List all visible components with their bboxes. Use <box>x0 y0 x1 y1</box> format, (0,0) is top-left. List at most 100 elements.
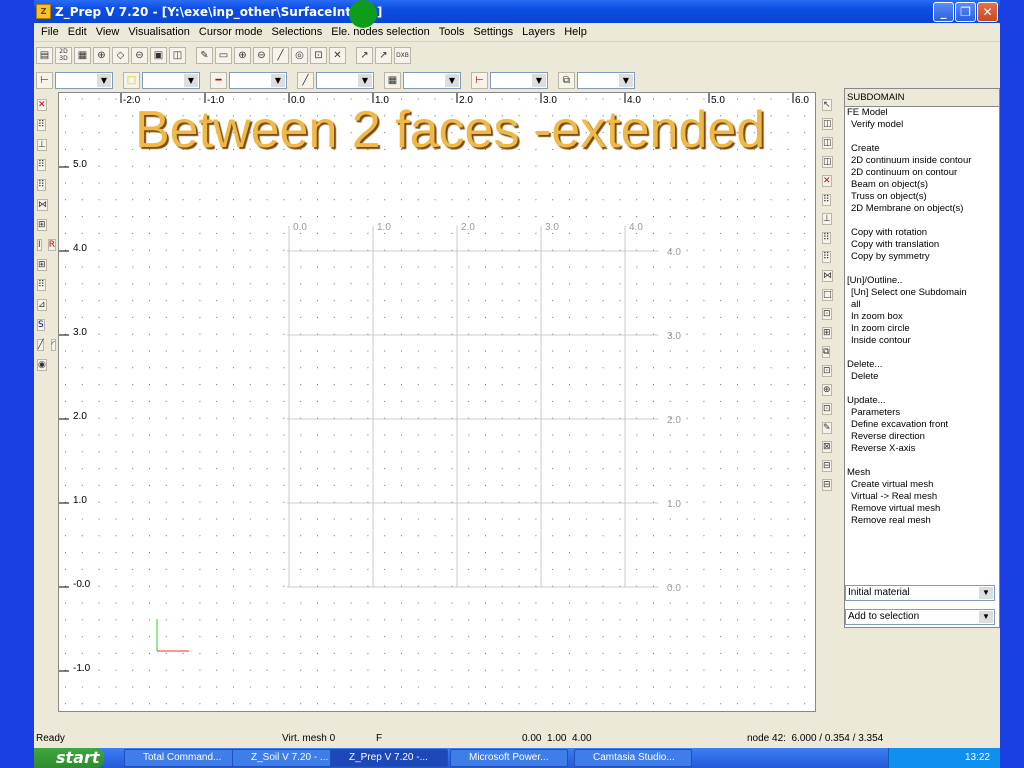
material-select[interactable]: Initial material <box>845 585 995 601</box>
menu-item[interactable]: Visualisation <box>125 26 196 38</box>
layer-combo-2[interactable] <box>142 71 200 89</box>
r-icon[interactable]: R <box>47 239 57 251</box>
grid-mesh-icon[interactable]: ▦ <box>384 71 401 89</box>
axes-icon[interactable]: ⊢ <box>36 71 53 89</box>
panel-item[interactable]: Copy with translation <box>845 239 999 251</box>
delete2-icon[interactable]: ✕ <box>822 175 832 187</box>
line-tool-icon[interactable]: ╱ <box>37 339 45 351</box>
taskbar-task[interactable]: Total Command... <box>124 749 242 767</box>
start-button[interactable]: start <box>34 748 104 768</box>
s-icon[interactable]: S <box>37 319 45 331</box>
menu-item[interactable]: Ele. nodes selection <box>328 26 435 38</box>
title-bar[interactable]: Z Z_Prep V 7.20 - [Y:\exe\inp_other\Surf… <box>34 0 1000 23</box>
2d-3d-button[interactable]: 2D 3D <box>55 46 72 64</box>
i-beam-icon[interactable]: I <box>37 239 42 251</box>
dxb-button[interactable]: DXB <box>394 46 411 64</box>
panel-item[interactable]: Copy by symmetry <box>845 251 999 263</box>
minimize-button[interactable]: _ <box>933 2 954 22</box>
panel-item[interactable]: Truss on object(s) <box>845 191 999 203</box>
arrow-y1-icon[interactable]: ↗ <box>356 46 373 64</box>
line-icon[interactable]: ╱ <box>272 46 289 64</box>
panel-item[interactable]: Remove virtual mesh <box>845 503 999 515</box>
menu-item[interactable]: Layers <box>519 26 561 38</box>
panel-item[interactable]: In zoom circle <box>845 323 999 335</box>
zoom-box-icon[interactable]: ⊡ <box>822 365 832 377</box>
panel-item[interactable]: Reverse direction <box>845 431 999 443</box>
panel-item[interactable]: Verify model <box>845 119 999 131</box>
pointer-icon[interactable]: ↖ <box>822 99 832 111</box>
point-down-icon[interactable]: ⊖ <box>131 46 148 64</box>
menu-item[interactable]: View <box>93 26 126 38</box>
menu-item[interactable]: File <box>38 26 65 38</box>
taskbar-task[interactable]: Camtasia Studio... <box>574 749 692 767</box>
panel-item[interactable]: Delete <box>845 371 999 383</box>
taskbar-task[interactable]: Microsoft Power... <box>450 749 568 767</box>
selection-mode-select[interactable]: Add to selection <box>845 609 995 625</box>
zoom-window-icon[interactable]: ▭ <box>215 46 232 64</box>
select3-icon[interactable]: ◫ <box>822 156 833 168</box>
panel-item[interactable]: Mesh <box>845 467 999 479</box>
circle-icon[interactable]: ◎ <box>291 46 308 64</box>
panel-item[interactable]: Copy with rotation <box>845 227 999 239</box>
panel-item[interactable]: Create <box>845 143 999 155</box>
arrow-icon[interactable]: ✎ <box>196 46 213 64</box>
select2-icon[interactable]: ◫ <box>822 137 833 149</box>
nodes3-icon[interactable]: ⠿ <box>37 179 46 191</box>
update-icon[interactable]: ⊡ <box>822 403 832 415</box>
nodes6-icon[interactable]: ⠿ <box>822 251 831 263</box>
layer-combo-1[interactable] <box>55 71 113 89</box>
boxes-icon[interactable]: ▦ <box>74 46 91 64</box>
magnify-icon[interactable]: ⊕ <box>822 384 832 396</box>
zoom-in-icon[interactable]: ⊕ <box>234 46 251 64</box>
grid-x-icon[interactable]: ⊞ <box>37 259 47 271</box>
mesh3-icon[interactable]: ⊟ <box>822 479 832 491</box>
panel-item[interactable]: Remove real mesh <box>845 515 999 527</box>
box-icon[interactable]: ⊡ <box>310 46 327 64</box>
point-icon[interactable]: ◇ <box>112 46 129 64</box>
diagonal-icon[interactable]: ╱ <box>297 71 314 89</box>
circle-plus-icon[interactable]: ⊕ <box>93 46 110 64</box>
menu-item[interactable]: Settings <box>470 26 519 38</box>
grid-icon[interactable]: ▣ <box>150 46 167 64</box>
panel-item[interactable]: FE Model <box>845 107 999 119</box>
arc-icon[interactable]: ◜ <box>50 339 57 351</box>
panel-item[interactable]: Virtual -> Real mesh <box>845 491 999 503</box>
panel-icon[interactable]: ◫ <box>169 46 186 64</box>
panel-item[interactable]: Define excavation front <box>845 419 999 431</box>
panel-item[interactable]: Reverse X-axis <box>845 443 999 455</box>
layer-combo-7[interactable] <box>577 71 635 89</box>
panel-item[interactable]: In zoom box <box>845 311 999 323</box>
truss-icon[interactable]: ⊞ <box>37 219 47 231</box>
panel-item[interactable]: Parameters <box>845 407 999 419</box>
select-all-icon[interactable]: ⊞ <box>822 327 832 339</box>
copy-box-icon[interactable]: ⧉ <box>558 71 575 89</box>
maximize-button[interactable]: ❐ <box>955 2 976 22</box>
panel-item[interactable]: Create virtual mesh <box>845 479 999 491</box>
panel-item[interactable]: Delete... <box>845 359 999 371</box>
menu-item[interactable]: Help <box>561 26 593 38</box>
snap-icon[interactable]: ⊿ <box>37 299 47 311</box>
panel-item[interactable]: [Un] Select one Subdomain <box>845 287 999 299</box>
layer-combo-3[interactable] <box>229 71 287 89</box>
panel-item[interactable]: Inside contour <box>845 335 999 347</box>
menu-item[interactable]: Selections <box>269 26 329 38</box>
axis2-icon[interactable]: ⊥ <box>822 213 832 225</box>
grid-dots-icon[interactable]: ⠿ <box>37 279 46 291</box>
square-icon[interactable]: □ <box>123 71 140 89</box>
line-red-icon[interactable]: ━ <box>210 71 227 89</box>
close-button[interactable]: ✕ <box>977 2 998 22</box>
panel-item[interactable]: all <box>845 299 999 311</box>
select-box-icon[interactable]: ◫ <box>822 118 833 130</box>
drawing-canvas[interactable]: -2.0 -1.0 0.0 1.0 2.0 3.0 4.0 5.0 6.0 5.0 4.0 3.0 2.… <box>58 92 816 712</box>
pen-icon[interactable]: ✎ <box>822 422 832 434</box>
panel-item[interactable]: Beam on object(s) <box>845 179 999 191</box>
layer-combo-6[interactable] <box>490 71 548 89</box>
mirror-icon[interactable]: ⋈ <box>37 199 48 211</box>
target-icon[interactable]: ◉ <box>37 359 47 371</box>
taskbar-task[interactable]: Z_Prep V 7.20 -... <box>330 749 448 767</box>
panel-item[interactable]: 2D Membrane on object(s) <box>845 203 999 215</box>
menu-item[interactable]: Edit <box>65 26 93 38</box>
select-icon[interactable]: ▤ <box>36 46 53 64</box>
mesh2-icon[interactable]: ⊟ <box>822 460 832 472</box>
axes-blue-icon[interactable]: ⊢ <box>471 71 488 89</box>
